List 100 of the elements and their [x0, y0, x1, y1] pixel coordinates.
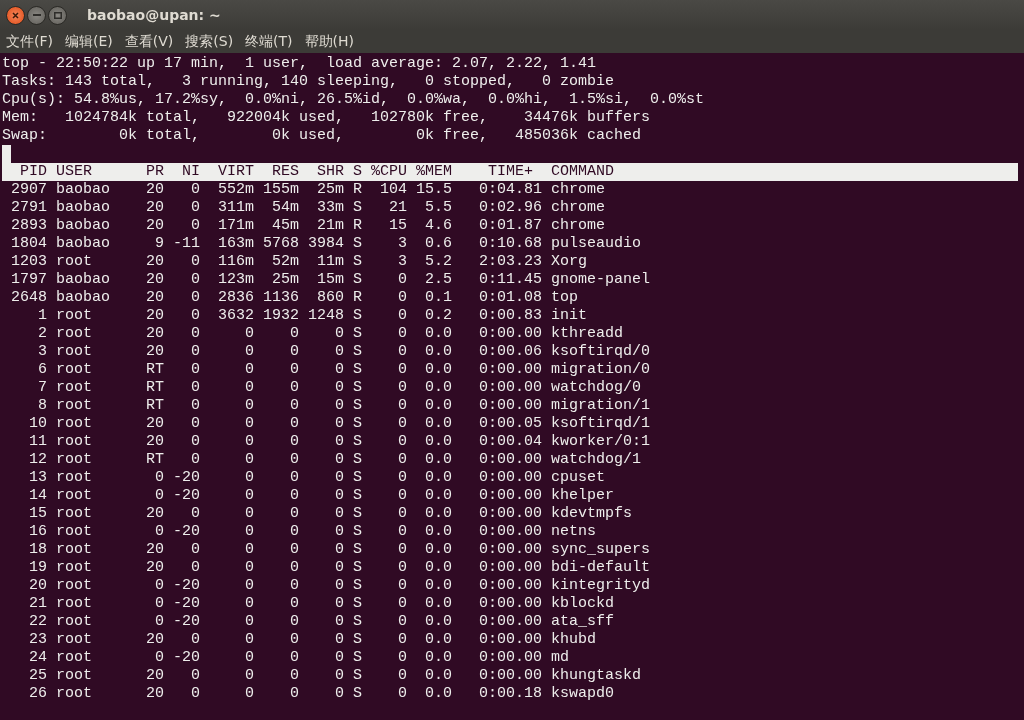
table-cell-text: 0 — [244, 361, 254, 379]
table-cell-text: 0:00.00 — [478, 541, 542, 559]
table-cell-text: 860 — [316, 289, 344, 307]
table-cell-text: root — [56, 361, 93, 379]
table-cell-text: 1 — [37, 307, 47, 325]
table-cell: S — [353, 541, 362, 559]
table-cell-text: 0 — [289, 649, 299, 667]
table-cell-text: 0 — [190, 181, 200, 199]
table-cell-text: 5.5 — [424, 199, 452, 217]
table-cell-text: 0:00.00 — [478, 577, 542, 595]
table-cell-text: RT — [145, 397, 164, 415]
table-cell-text: kblockd — [551, 595, 615, 613]
table-cell-text: 0 — [190, 325, 200, 343]
table-cell: S — [353, 361, 362, 379]
table-cell-text: 0.0 — [424, 451, 452, 469]
table-cell-text: 0 — [334, 649, 344, 667]
table-cell-text: root — [56, 469, 93, 487]
table-cell-text: 20 — [145, 271, 164, 289]
table-cell-text: 0 — [397, 469, 407, 487]
table-cell-text: Xorg — [551, 253, 588, 271]
table-cell-text: khubd — [551, 631, 597, 649]
table-cell-text: 0 — [244, 343, 254, 361]
table-cell-text: 0 — [190, 415, 200, 433]
menu-item[interactable]: 文件(F) — [6, 32, 53, 51]
table-cell-text: 0.0 — [424, 559, 452, 577]
table-cell-text: 20 — [145, 667, 164, 685]
table-cell-text: 0:00.18 — [478, 685, 542, 703]
table-cell-text: RT — [145, 379, 164, 397]
table-cell-text: 0 — [190, 343, 200, 361]
table-cell-text: 0:00.06 — [478, 343, 542, 361]
table-cell-text: 0 — [154, 523, 164, 541]
table-cell-text: 0 — [289, 667, 299, 685]
table-cell-text: 20 — [145, 559, 164, 577]
table-cell-text: kworker/0:1 — [551, 433, 652, 451]
column-header: COMMAND — [551, 163, 615, 181]
table-cell-text: 0.0 — [424, 361, 452, 379]
table-cell-text: 0 — [190, 685, 200, 703]
table-cell-text: 0 — [289, 541, 299, 559]
table-cell-text: 20 — [145, 685, 164, 703]
table-cell-text: 0 — [244, 685, 254, 703]
minimize-button[interactable] — [27, 5, 46, 25]
table-cell-text: 0 — [190, 289, 200, 307]
table-cell: -20 — [173, 487, 200, 505]
table-cell-text: root — [56, 577, 93, 595]
table-cell-text: 0.0 — [424, 325, 452, 343]
table-cell-text: 0 — [154, 649, 164, 667]
table-cell-text: kswapd0 — [551, 685, 615, 703]
table-cell-text: 0 — [289, 595, 299, 613]
table-cell-text: 25 — [28, 667, 47, 685]
table-cell: 1248 — [308, 307, 344, 325]
table-cell-text: 20 — [145, 253, 164, 271]
table-cell-text: 0 — [334, 397, 344, 415]
table-cell-text: 0 — [334, 667, 344, 685]
table-cell-text: bdi-default — [551, 559, 652, 577]
table-cell-text: 0 — [190, 253, 200, 271]
table-cell-text: gnome-panel — [551, 271, 652, 289]
maximize-button[interactable] — [48, 5, 67, 25]
table-cell-text: 0.0 — [424, 379, 452, 397]
table-cell-text: 0 — [334, 685, 344, 703]
table-cell-text: 0 — [334, 631, 344, 649]
close-button[interactable] — [6, 5, 25, 25]
summary-line: Mem: 1024784k total, 922004k used, 102780k free, 34476k buffers — [2, 109, 652, 127]
table-cell-text: 11 — [28, 433, 47, 451]
menu-item[interactable]: 搜索(S) — [185, 32, 234, 51]
table-cell: S — [353, 667, 362, 685]
table-cell-text: 0 — [397, 667, 407, 685]
table-cell-text: 0:00.05 — [478, 415, 542, 433]
table-cell-text: 15 — [388, 217, 407, 235]
table-cell-text: root — [56, 667, 93, 685]
table-cell: -20 — [173, 523, 200, 541]
menu-item[interactable]: 终端(T) — [245, 32, 293, 51]
table-cell-text: 171m — [217, 217, 254, 235]
table-cell-text: 0:00.00 — [478, 487, 542, 505]
table-cell-text: 0 — [244, 379, 254, 397]
table-cell-text: 0 — [334, 559, 344, 577]
table-cell-text: 20 — [145, 181, 164, 199]
table-cell-text: 0 — [244, 649, 254, 667]
table-cell-text: migration/0 — [551, 361, 652, 379]
table-cell-text: 0 — [244, 595, 254, 613]
table-cell-text: 3632 — [217, 307, 254, 325]
table-cell-text: 0 — [334, 595, 344, 613]
table-cell-text: 0.1 — [424, 289, 452, 307]
menu-item[interactable]: 编辑(E) — [65, 32, 113, 51]
menu-item[interactable]: 查看(V) — [124, 32, 174, 51]
table-cell-text: 552m — [217, 181, 254, 199]
minimize-icon — [32, 14, 41, 16]
table-cell-text: 0:00.04 — [478, 433, 542, 451]
table-cell-text: kthreadd — [551, 325, 624, 343]
table-cell-text: 0 — [190, 271, 200, 289]
menu-item[interactable]: 帮助(H) — [304, 32, 355, 51]
table-cell-text: 0 — [190, 559, 200, 577]
table-cell: R — [353, 217, 362, 235]
table-cell: S — [353, 415, 362, 433]
table-cell-text: 0.0 — [424, 685, 452, 703]
table-cell: S — [353, 325, 362, 343]
table-cell-text: 20 — [145, 415, 164, 433]
column-header: NI — [181, 163, 200, 181]
table-cell-text: 0.0 — [424, 523, 452, 541]
table-cell-text: 0 — [190, 451, 200, 469]
table-cell-text: 0 — [190, 631, 200, 649]
